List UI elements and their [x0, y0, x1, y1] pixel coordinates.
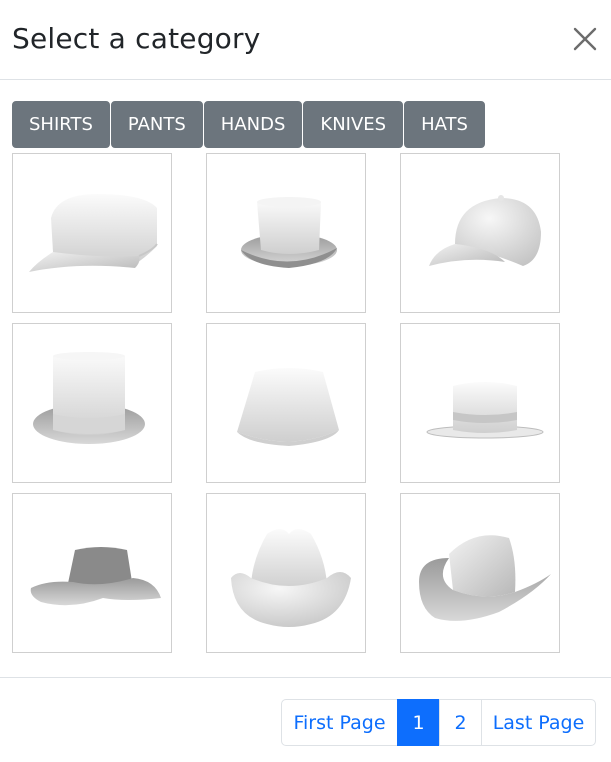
page-2-button[interactable]: 2 [439, 699, 482, 746]
tab-pants[interactable]: PANTS [110, 101, 203, 148]
item-card[interactable] [400, 493, 560, 653]
item-card[interactable] [12, 153, 172, 313]
tab-hats[interactable]: HATS [404, 101, 485, 148]
item-card[interactable] [206, 153, 366, 313]
page-1-button[interactable]: 1 [397, 699, 440, 746]
tab-hands[interactable]: HANDS [203, 101, 303, 148]
item-card[interactable] [12, 323, 172, 483]
item-card[interactable] [206, 493, 366, 653]
cowboy-hat-side-image [419, 535, 551, 621]
baseball-cap-image [429, 195, 541, 266]
military-cap-image [29, 194, 158, 272]
short-top-hat-image [241, 197, 337, 268]
footer-divider [0, 677, 611, 678]
pagination: First Page 1 2 Last Page [281, 699, 596, 746]
bucket-hat-image [237, 368, 339, 446]
item-card[interactable] [206, 323, 366, 483]
close-button[interactable] [570, 24, 600, 54]
category-tabs: SHIRTS PANTS HANDS KNIVES HATS [12, 101, 486, 148]
first-page-button[interactable]: First Page [281, 699, 398, 746]
cowboy-hat-front-image [231, 529, 351, 627]
floppy-hat-image [30, 547, 161, 606]
flat-brim-hat-image [426, 382, 544, 439]
last-page-button[interactable]: Last Page [481, 699, 596, 746]
item-card[interactable] [400, 153, 560, 313]
item-card[interactable] [400, 323, 560, 483]
tab-knives[interactable]: KNIVES [303, 101, 404, 148]
close-icon [573, 27, 597, 51]
dialog-header: Select a category [0, 0, 611, 80]
top-hat-image [33, 352, 145, 444]
dialog-title: Select a category [12, 22, 261, 55]
tab-shirts[interactable]: SHIRTS [12, 101, 110, 148]
item-grid [12, 153, 560, 653]
item-card[interactable] [12, 493, 172, 653]
